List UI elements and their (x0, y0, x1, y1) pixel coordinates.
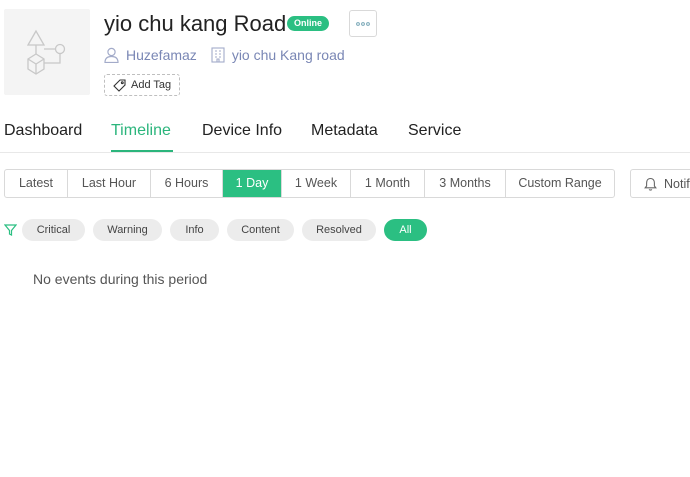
filter-content[interactable]: Content (227, 219, 294, 241)
filter-resolved[interactable]: Resolved (302, 219, 376, 241)
filter-info[interactable]: Info (170, 219, 219, 241)
tab-service[interactable]: Service (408, 117, 461, 145)
range-last-hour[interactable]: Last Hour (68, 170, 151, 197)
device-meta: Huzefamaz yio chu Kang road (104, 45, 359, 65)
building-icon (211, 47, 225, 63)
owner-link[interactable]: Huzefamaz (104, 47, 197, 63)
tab-device-info[interactable]: Device Info (202, 117, 282, 145)
event-filters: Critical Warning Info Content Resolved A… (4, 219, 435, 241)
range-1-week[interactable]: 1 Week (282, 170, 351, 197)
more-dots-icon (356, 21, 370, 26)
tab-metadata[interactable]: Metadata (311, 117, 378, 145)
active-tab-indicator (111, 150, 173, 152)
filter-critical[interactable]: Critical (22, 219, 85, 241)
user-icon (104, 47, 119, 63)
notifications-button[interactable]: Notif (630, 169, 690, 198)
device-thumbnail (4, 9, 90, 95)
location-link[interactable]: yio chu Kang road (211, 47, 345, 63)
add-tag-label: Add Tag (131, 79, 172, 91)
main-tabs: Dashboard Timeline Device Info Metadata … (0, 117, 690, 153)
bell-icon (644, 177, 657, 191)
device-title: yio chu kang Road (104, 11, 287, 36)
range-6-hours[interactable]: 6 Hours (151, 170, 223, 197)
tab-timeline[interactable]: Timeline (111, 117, 171, 145)
more-options-button[interactable] (349, 10, 377, 37)
time-range-selector: Latest Last Hour 6 Hours 1 Day 1 Week 1 … (4, 169, 615, 198)
tab-dashboard[interactable]: Dashboard (4, 117, 82, 145)
tag-icon (113, 78, 126, 92)
notifications-label: Notif (664, 176, 690, 191)
range-1-day[interactable]: 1 Day (223, 170, 282, 197)
status-badge: Online (287, 16, 330, 31)
range-1-month[interactable]: 1 Month (351, 170, 425, 197)
filter-all[interactable]: All (384, 219, 427, 241)
range-latest[interactable]: Latest (5, 170, 68, 197)
shapes-placeholder-icon (26, 29, 66, 75)
filter-icon (4, 224, 17, 236)
owner-name: Huzefamaz (126, 47, 197, 63)
range-custom[interactable]: Custom Range (506, 170, 614, 197)
location-name: yio chu Kang road (231, 47, 345, 63)
range-3-months[interactable]: 3 Months (425, 170, 506, 197)
empty-state-message: No events during this period (33, 271, 208, 287)
filter-warning[interactable]: Warning (93, 219, 162, 241)
add-tag-button[interactable]: Add Tag (104, 74, 181, 96)
